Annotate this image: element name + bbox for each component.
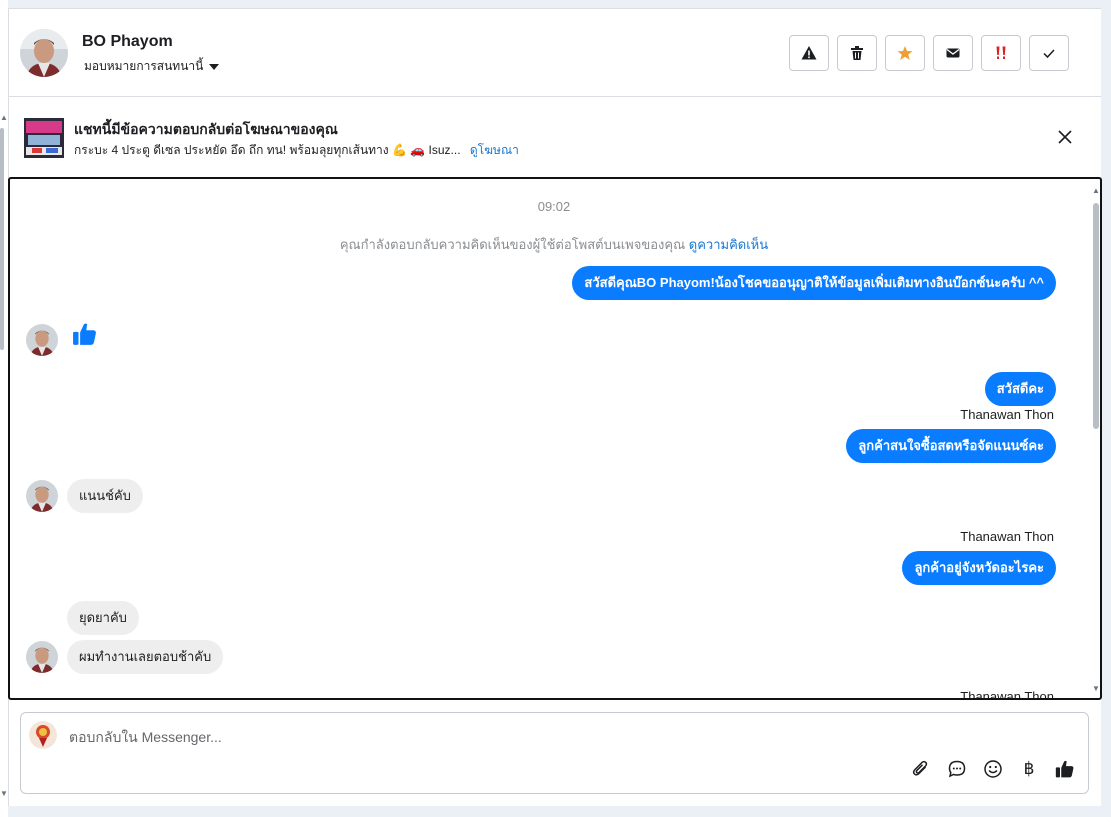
incoming-message[interactable]: ผมทำงานเลยตอบช้าคับ	[67, 640, 224, 674]
payment-button[interactable]: ฿	[1019, 759, 1039, 779]
send-like-button[interactable]	[1055, 759, 1075, 779]
sender-name: Thanawan Thon	[960, 407, 1054, 422]
check-icon	[1043, 49, 1055, 59]
envelope-icon	[946, 48, 960, 58]
timestamp: 09:02	[537, 199, 571, 214]
priority-button[interactable]	[981, 35, 1021, 71]
outgoing-message[interactable]: ลูกค้าสนใจซื้อสดหรือจัดแนนซ์คะ	[846, 429, 1056, 463]
scroll-up-icon[interactable]: ▲	[1092, 187, 1100, 195]
warning-icon	[801, 46, 817, 60]
contact-name[interactable]: BO Phayom	[82, 33, 173, 51]
incoming-message[interactable]: แนนช์คับ	[67, 479, 143, 513]
mark-unread-button[interactable]	[933, 35, 973, 71]
view-comment-link[interactable]: ดูความคิดเห็น	[689, 237, 768, 252]
like-sticker-icon[interactable]	[72, 321, 98, 347]
mark-done-button[interactable]	[1029, 35, 1069, 71]
ad-banner-title: แชทนี้มีข้อความตอบกลับต่อโฆษณาของคุณ	[74, 121, 338, 137]
conversation-header: BO Phayom มอบหมายการสนทนานี้	[8, 9, 1101, 97]
ad-caption: กระบะ 4 ประตู ดีเซล ประหยัด อึด ถึก ทน! …	[74, 143, 461, 157]
system-note-text: คุณกำลังตอบกลับความคิดเห็นของผู้ใช้ต่อโพ…	[339, 237, 686, 252]
contact-avatar-small[interactable]	[26, 480, 58, 512]
composer-tools: ฿	[911, 759, 1075, 779]
left-scroll-up-icon[interactable]: ▲	[0, 114, 8, 122]
left-scrollbar-thumb[interactable]	[0, 128, 4, 350]
left-scroll-down-icon[interactable]: ▼	[0, 790, 8, 798]
right-gutter	[1101, 0, 1111, 817]
outgoing-message[interactable]: ลูกค้าอยู่จังหวัดอะไรคะ	[902, 551, 1056, 585]
follow-up-button[interactable]	[885, 35, 925, 71]
like-icon	[1055, 760, 1074, 778]
trash-icon	[851, 46, 863, 60]
delete-button[interactable]	[837, 35, 877, 71]
paperclip-icon	[912, 760, 928, 776]
ad-banner-subtitle: กระบะ 4 ประตู ดีเซล ประหยัด อึด ถึก ทน! …	[74, 141, 519, 160]
close-icon[interactable]	[1056, 128, 1074, 146]
double-exclamation-icon	[996, 46, 1006, 59]
baht-icon: ฿	[1023, 759, 1035, 778]
chat-bubble-icon	[948, 760, 966, 778]
contact-avatar[interactable]	[20, 29, 68, 77]
reply-composer: ฿	[20, 712, 1089, 794]
smiley-icon	[984, 760, 1002, 778]
thread-scrollbar[interactable]: ▲ ▼	[1092, 187, 1100, 693]
caret-down-icon	[209, 63, 220, 70]
assign-label: มอบหมายการสนทนานี้	[84, 59, 204, 73]
scrollbar-thumb[interactable]	[1093, 203, 1099, 429]
saved-replies-button[interactable]	[947, 759, 967, 779]
star-icon	[897, 46, 913, 60]
outgoing-message[interactable]: สวัสดีคะ	[984, 372, 1056, 406]
incoming-message[interactable]: ยุดยาคับ	[67, 601, 139, 635]
sender-name: Thanawan Thon	[960, 689, 1054, 700]
left-panel-edge: ▲ ▼	[0, 0, 8, 817]
outgoing-message[interactable]: สวัสดีคุณBO Phayom!น้องโชคขออนุญาติให้ข้…	[572, 266, 1056, 300]
emoji-button[interactable]	[983, 759, 1003, 779]
ad-thumbnail[interactable]	[24, 118, 64, 158]
page-avatar	[29, 721, 57, 749]
contact-avatar-small[interactable]	[26, 641, 58, 673]
ad-reply-banner: แชทนี้มีข้อความตอบกลับต่อโฆษณาของคุณ กระ…	[8, 98, 1101, 176]
system-note: คุณกำลังตอบกลับความคิดเห็นของผู้ใช้ต่อโพ…	[10, 234, 1098, 255]
contact-avatar-small[interactable]	[26, 324, 58, 356]
spam-button[interactable]	[789, 35, 829, 71]
message-input[interactable]	[69, 727, 869, 747]
header-actions	[789, 35, 1069, 71]
sender-name: Thanawan Thon	[960, 529, 1054, 544]
attach-button[interactable]	[911, 759, 931, 779]
view-ad-link[interactable]: ดูโฆษณา	[470, 143, 519, 157]
message-thread[interactable]: 09:02 คุณกำลังตอบกลับความคิดเห็นของผู้ใช…	[8, 177, 1102, 700]
assign-conversation-dropdown[interactable]: มอบหมายการสนทนานี้	[84, 57, 220, 76]
scroll-down-icon[interactable]: ▼	[1092, 685, 1100, 693]
